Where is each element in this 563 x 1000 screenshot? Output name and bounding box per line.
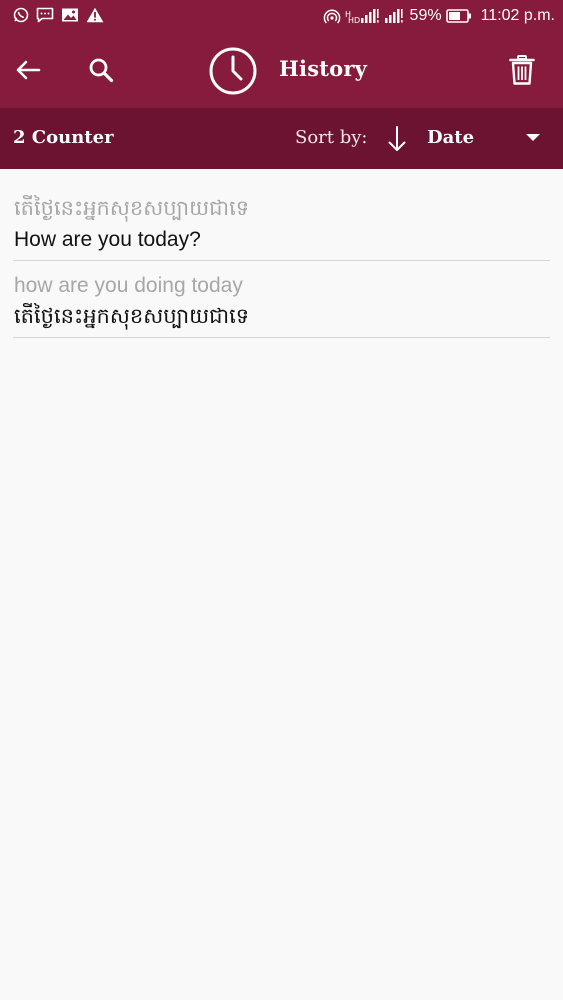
sort-direction-button[interactable] — [382, 122, 412, 156]
history-source-text: តើថ្ងៃនេះអ្នកសុខសប្បាយជាទេ — [14, 197, 250, 220]
message-icon — [36, 7, 54, 23]
clock-icon — [208, 46, 258, 96]
history-item[interactable]: តើថ្ងៃនេះអ្នកសុខសប្បាយជាទេ How are you t… — [13, 189, 550, 261]
search-icon — [88, 57, 114, 83]
status-bar: H HD 59% 11:02 p.m. — [0, 0, 563, 34]
arrow-down-icon — [387, 125, 407, 153]
warning-icon — [86, 7, 104, 23]
app-header: H HD 59% 11:02 p.m. History — [0, 0, 563, 108]
battery-percentage: 59% — [409, 7, 442, 24]
notification-icons — [13, 7, 111, 23]
history-translation-text: How are you today? — [14, 228, 201, 251]
svg-text:HD: HD — [348, 16, 360, 24]
history-source-text: how are you doing today — [14, 274, 243, 297]
sort-by-select[interactable]: Date — [427, 120, 552, 158]
dropdown-arrow-icon — [526, 134, 540, 141]
toolbar: History — [0, 34, 563, 108]
sort-bar: 2 Counter Sort by: Date — [0, 108, 563, 169]
hd-signal-icon: H HD — [345, 8, 381, 24]
trash-icon — [509, 55, 535, 85]
history-translation-text: តើថ្ងៃនេះអ្នកសុខសប្បាយជាទេ — [14, 305, 250, 328]
history-item[interactable]: how are you doing today តើថ្ងៃនេះអ្នកសុខ… — [13, 261, 550, 338]
whatsapp-icon — [13, 7, 29, 23]
battery-icon — [445, 9, 472, 23]
gallery-icon — [61, 7, 79, 23]
signal-icon — [384, 8, 405, 24]
search-button[interactable] — [79, 48, 123, 92]
clock-time: 11:02 p.m. — [480, 7, 555, 24]
sort-by-value: Date — [427, 127, 475, 148]
sort-by-label: Sort by: — [295, 127, 368, 148]
delete-history-button[interactable] — [500, 48, 544, 92]
page-title: History — [279, 56, 368, 81]
history-list: តើថ្ងៃនេះអ្នកសុខសប្បាយជាទេ How are you t… — [13, 189, 550, 338]
arrow-left-icon — [15, 59, 41, 81]
history-counter: 2 Counter — [13, 127, 114, 148]
hotspot-icon — [323, 8, 341, 24]
back-button[interactable] — [6, 48, 50, 92]
system-status: H HD 59% 11:02 p.m. — [323, 7, 555, 25]
